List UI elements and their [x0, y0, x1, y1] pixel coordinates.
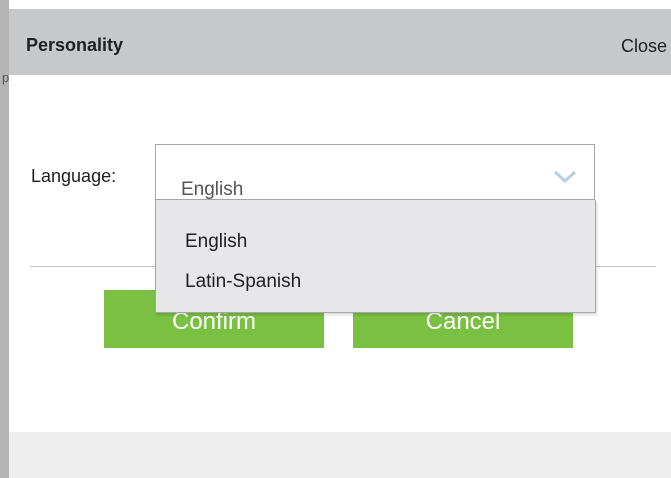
language-option-latin-spanish[interactable]: Latin-Spanish	[185, 271, 301, 293]
dialog-top-strip	[9, 0, 671, 9]
page: p Personality Close Language: Confirm Ca…	[0, 0, 671, 478]
dialog-title: Personality	[26, 35, 124, 55]
language-label: Language:	[31, 166, 117, 186]
dialog-header: Personality Close	[9, 9, 671, 75]
dialog-footer	[9, 432, 671, 478]
language-select[interactable]: English	[155, 144, 595, 200]
language-select-value: English	[181, 179, 244, 200]
language-option-english[interactable]: English	[185, 231, 247, 253]
close-button[interactable]: Close	[621, 36, 667, 57]
language-dropdown-list: English Latin-Spanish	[155, 200, 596, 313]
chevron-down-icon[interactable]	[554, 171, 576, 183]
